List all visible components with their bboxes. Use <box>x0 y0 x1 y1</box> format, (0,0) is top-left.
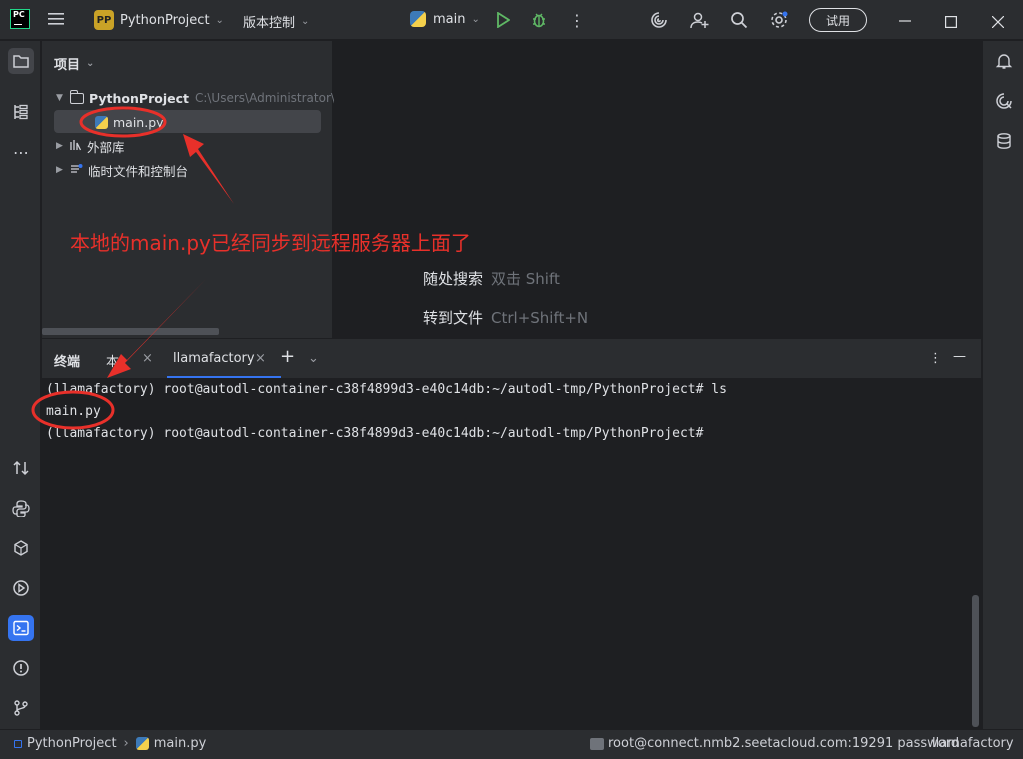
scratches-label: 临时文件和控制台 <box>88 163 189 179</box>
terminal-options-icon[interactable]: ⋮ <box>929 351 942 366</box>
hide-panel-minus-icon[interactable]: — <box>953 349 966 364</box>
goto-file-label: 转到文件 <box>423 309 484 327</box>
notifications-bell-icon[interactable] <box>991 48 1017 74</box>
run-config-selector[interactable]: main ⌄ <box>410 11 480 27</box>
search-everywhere-label: 随处搜索 <box>423 270 484 288</box>
left-tool-strip: ⋯ <box>0 41 41 729</box>
vcs-update-icon[interactable] <box>8 455 34 481</box>
more-actions-icon[interactable]: ⋮ <box>569 11 585 30</box>
run-config-name: main <box>433 11 466 27</box>
chevron-down-icon: ⌄ <box>215 14 224 26</box>
interpreter-label: llamafactory <box>932 736 1014 751</box>
chevron-right-icon[interactable]: ▶ <box>56 165 70 175</box>
search-icon[interactable] <box>730 11 748 29</box>
tab-terminal[interactable]: 终端 <box>54 351 80 370</box>
project-tool-folder-icon[interactable] <box>8 48 34 74</box>
editor-empty-state: 随处搜索 双击 Shift 转到文件 Ctrl+Shift+N <box>334 41 981 338</box>
external-libs-label: 外部库 <box>87 139 125 155</box>
scratches-icon <box>70 163 83 178</box>
terminal-tab-bar: 终端 本 × llamafactory × + ⌄ ⋮ — <box>42 338 981 378</box>
pycharm-logo: PC <box>10 9 30 29</box>
terminal-icon[interactable] <box>8 615 34 641</box>
ai-assistant-icon[interactable] <box>650 11 668 29</box>
terminal-line: (llamafactory) root@autodl-container-c38… <box>46 382 727 397</box>
python-packages-icon[interactable] <box>8 535 34 561</box>
chevron-down-icon: ⌄ <box>471 13 480 25</box>
debug-button[interactable] <box>530 11 548 29</box>
terminal-output[interactable]: (llamafactory) root@autodl-container-c38… <box>42 378 981 729</box>
terminal-line: (llamafactory) root@autodl-container-c38… <box>46 426 704 441</box>
search-everywhere-shortcut: 双击 Shift <box>491 270 560 288</box>
main-menu-icon[interactable] <box>48 12 64 26</box>
search-everywhere-hint: 随处搜索 双击 Shift <box>423 268 560 289</box>
python-file-icon <box>135 737 149 750</box>
python-console-icon[interactable] <box>8 495 34 521</box>
run-button[interactable] <box>496 12 510 28</box>
tree-item-main-py[interactable]: main.py <box>95 111 164 133</box>
terminal-line: main.py <box>46 404 101 419</box>
tree-item-scratches[interactable]: ▶ 临时文件和控制台 <box>56 159 188 181</box>
file-name: main.py <box>113 114 164 130</box>
tab-close-icon[interactable]: × <box>142 351 153 366</box>
project-root-path: C:\Users\Administrator\P <box>194 91 343 105</box>
goto-file-shortcut: Ctrl+Shift+N <box>491 309 589 327</box>
tab-llamafactory[interactable]: llamafactory <box>167 351 281 378</box>
library-icon <box>70 139 82 154</box>
module-icon <box>14 739 22 748</box>
right-tool-strip <box>982 41 1023 729</box>
vcs-menu[interactable]: 版本控制 ⌄ <box>243 12 309 31</box>
folder-icon <box>69 89 84 104</box>
git-branch-icon[interactable] <box>8 695 34 721</box>
project-tool-window: 项目 ⌄ ▼ PythonProject C:\Users\Administra… <box>42 41 342 338</box>
project-name: PythonProject <box>120 12 210 28</box>
sftp-icon <box>590 737 604 750</box>
close-icon[interactable] <box>991 13 1005 32</box>
vcs-label: 版本控制 <box>243 16 296 31</box>
vertical-scrollbar[interactable] <box>972 595 979 727</box>
tab-close-icon[interactable]: × <box>255 351 266 366</box>
chevron-down-icon: ⌄ <box>301 16 310 27</box>
connection-label: root@connect.nmb2.seetacloud.com:19291 p… <box>608 736 960 751</box>
remote-connection[interactable]: root@connect.nmb2.seetacloud.com:19291 p… <box>590 736 959 751</box>
annotation-text: 本地的main.py已经同步到远程服务器上面了 <box>70 231 471 255</box>
tab-local[interactable]: 本 <box>106 351 119 370</box>
more-tools-icon[interactable]: ⋯ <box>8 139 34 165</box>
breadcrumb-project[interactable]: PythonProject <box>27 736 117 751</box>
horizontal-scrollbar[interactable] <box>42 328 219 335</box>
structure-icon[interactable] <box>8 99 34 125</box>
chevron-down-icon[interactable]: ⌄ <box>308 351 319 366</box>
tree-item-project-root[interactable]: ▼ PythonProject C:\Users\Administrator\P <box>56 87 342 109</box>
tab-llamafactory-label: llamafactory <box>173 351 255 366</box>
project-selector[interactable]: PP PythonProject ⌄ <box>94 10 224 30</box>
title-bar: PC PP PythonProject ⌄ 版本控制 ⌄ main ⌄ ⋮ 试用 <box>0 0 1023 40</box>
status-bar: PythonProject › main.py root@connect.nmb… <box>0 729 1023 759</box>
tree-item-external-libraries[interactable]: ▶ 外部库 <box>56 135 125 157</box>
project-root-name: PythonProject <box>89 90 189 106</box>
chevron-down-icon[interactable]: ▼ <box>56 93 70 103</box>
breadcrumb: PythonProject › main.py <box>14 736 206 751</box>
python-file-icon <box>95 115 108 129</box>
database-icon[interactable] <box>991 128 1017 154</box>
project-panel-header[interactable]: 项目 ⌄ <box>54 54 94 73</box>
trial-button[interactable]: 试用 <box>809 8 867 32</box>
goto-file-hint: 转到文件 Ctrl+Shift+N <box>423 307 588 328</box>
minimize-icon[interactable] <box>899 12 911 31</box>
python-icon <box>410 11 426 27</box>
project-badge: PP <box>94 10 114 30</box>
chevron-down-icon: ⌄ <box>86 58 95 69</box>
ai-chat-icon[interactable] <box>991 88 1017 114</box>
add-user-icon[interactable] <box>690 11 710 29</box>
interpreter-selector[interactable]: llamafactory <box>932 736 1014 751</box>
maximize-icon[interactable] <box>945 13 958 32</box>
breadcrumb-file[interactable]: main.py <box>154 736 207 751</box>
add-tab-plus-icon[interactable]: + <box>280 346 295 367</box>
settings-gear-icon[interactable] <box>769 10 789 30</box>
problems-icon[interactable] <box>8 655 34 681</box>
project-panel-title: 项目 <box>54 58 81 73</box>
services-run-icon[interactable] <box>8 575 34 601</box>
chevron-right-icon[interactable]: ▶ <box>56 141 70 151</box>
chevron-right-icon: › <box>123 736 129 751</box>
